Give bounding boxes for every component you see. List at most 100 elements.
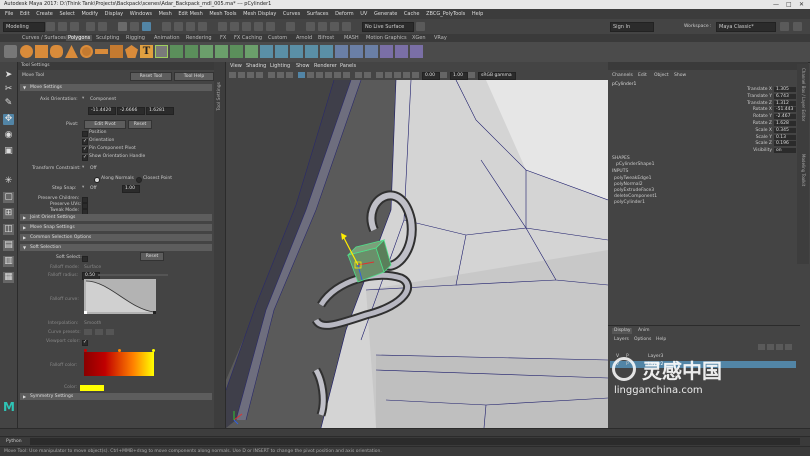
ramp-handle[interactable]	[152, 349, 155, 352]
smooth-icon[interactable]	[200, 45, 213, 58]
menu-edit-mesh[interactable]: Edit Mesh	[178, 11, 202, 17]
booleans-icon[interactable]	[215, 45, 228, 58]
viewport-color-checkbox[interactable]	[82, 339, 88, 346]
snap-surface-icon[interactable]	[254, 22, 263, 31]
input-node[interactable]: polyTweakEdge1	[614, 176, 652, 181]
render-frame-icon[interactable]	[318, 22, 327, 31]
depth-of-field-icon[interactable]	[403, 72, 410, 78]
shelf-tab-fx-caching[interactable]: FX Caching	[234, 35, 262, 41]
soft-selection-section[interactable]: ▼ Soft Selection	[20, 244, 212, 251]
modeling-toolkit-toggle-icon[interactable]	[780, 22, 789, 31]
poly-text-icon[interactable]: T	[140, 45, 153, 58]
hypershade-layout-icon[interactable]: ▦	[3, 272, 14, 283]
channel-attr-name[interactable]: Scale Z	[702, 141, 772, 146]
select-hierarchy-icon[interactable]	[118, 22, 127, 31]
channel-attr-value[interactable]: 1.628	[774, 121, 796, 126]
four-view-layout-icon[interactable]: ⊞	[3, 208, 14, 219]
separate-icon[interactable]	[185, 45, 198, 58]
channel-attr-name[interactable]: Rotate Y	[702, 114, 772, 119]
step-snap-amount-field[interactable]: 1.00	[122, 185, 140, 193]
xray-icon[interactable]	[355, 72, 362, 78]
use-all-lights-icon[interactable]	[334, 72, 341, 78]
channel-box-vertical-tab[interactable]: Channel Box / Layer Editor	[799, 68, 806, 121]
pin-component-pivot-checkbox[interactable]	[82, 146, 88, 153]
tool-help-button[interactable]: Tool Help	[174, 72, 214, 81]
platonic-solid-icon[interactable]	[125, 45, 138, 58]
film-gate-icon[interactable]	[277, 72, 284, 78]
soft-selection-reset-button[interactable]: Reset	[140, 252, 164, 261]
symmetry-icon[interactable]	[416, 22, 425, 31]
channel-attr-value[interactable]: -51.443	[774, 107, 796, 113]
wireframe-on-shaded-icon[interactable]	[298, 72, 305, 78]
shelf-tab-arnold[interactable]: Arnold	[296, 35, 312, 41]
smooth-shade-icon[interactable]	[307, 72, 314, 78]
menu-curves[interactable]: Curves	[283, 11, 300, 17]
viewport-menu-renderer[interactable]: Renderer	[314, 63, 337, 69]
channel-attr-name[interactable]: Translate Y	[702, 94, 772, 99]
mode-dropdown[interactable]: Modeling	[3, 22, 45, 32]
falloff-mode-dropdown[interactable]: Surface	[84, 265, 101, 270]
uv-editor-icon[interactable]	[380, 45, 393, 58]
workspace-dropdown[interactable]: Maya Classic*	[716, 22, 776, 32]
shelf-tab-fx[interactable]: FX	[220, 35, 226, 41]
shelf-tab-curves-surfaces[interactable]: Curves / Surfaces	[22, 35, 66, 41]
open-scene-icon[interactable]	[58, 22, 67, 31]
tool-settings-dock-tab[interactable]: Tool Settings	[214, 62, 226, 428]
snap-view-plane-icon[interactable]	[266, 22, 275, 31]
gamma-field[interactable]: 1.00	[450, 72, 468, 80]
closest-point-radio[interactable]	[136, 177, 142, 183]
isolate-select-icon[interactable]	[364, 72, 371, 78]
channel-attr-name[interactable]: Translate X	[702, 87, 772, 92]
exposure-field[interactable]: 0.00	[422, 72, 440, 80]
face-mask-icon[interactable]	[186, 22, 195, 31]
new-layer-icon[interactable]	[776, 344, 783, 350]
shelf-settings-icon[interactable]	[4, 45, 17, 58]
poly-disc-icon[interactable]	[110, 45, 123, 58]
bevel-icon[interactable]	[290, 45, 303, 58]
rotate-tool-icon[interactable]: ◉	[3, 130, 14, 141]
bookmarks-icon[interactable]	[247, 72, 254, 78]
channel-attr-value[interactable]: -2.467	[774, 114, 796, 120]
command-input[interactable]	[30, 438, 800, 445]
select-camera-icon[interactable]	[229, 72, 236, 78]
channel-attr-value[interactable]: on	[774, 148, 796, 154]
extract-icon[interactable]	[245, 45, 258, 58]
graph-editor-layout-icon[interactable]: ▥	[3, 256, 14, 267]
bridge-icon[interactable]	[275, 45, 288, 58]
channel-attr-name[interactable]: Scale Y	[702, 135, 772, 140]
preset-smooth-icon[interactable]	[95, 329, 103, 335]
edit-pivot-button[interactable]: Edit Pivot	[84, 120, 126, 129]
textured-icon[interactable]	[325, 72, 332, 78]
shelf-tab-polygons[interactable]: Polygons	[66, 35, 93, 41]
move-settings-section[interactable]: ▼ Move Settings	[20, 84, 212, 91]
menu-surfaces[interactable]: Surfaces	[307, 11, 329, 17]
menu-mesh[interactable]: Mesh	[159, 11, 172, 17]
reset-tool-button[interactable]: Reset Tool	[130, 72, 172, 81]
shelf-tab-sculpting[interactable]: Sculpting	[96, 35, 119, 41]
shelf-tab-animation[interactable]: Animation	[154, 35, 180, 41]
falloff-radius-slider[interactable]	[98, 274, 168, 276]
move-layer-up-icon[interactable]	[758, 344, 765, 350]
snap-curve-icon[interactable]	[230, 22, 239, 31]
poly-cone-icon[interactable]	[65, 45, 78, 58]
input-node[interactable]: deleteComponent1	[614, 194, 657, 199]
viewport-scene[interactable]	[226, 80, 608, 428]
menu-select[interactable]: Select	[59, 11, 74, 17]
menu-create[interactable]: Create	[36, 11, 53, 17]
channel-attr-name[interactable]: Rotate X	[702, 107, 772, 112]
viewport-menu-shading[interactable]: Shading	[246, 63, 266, 69]
redo-icon[interactable]	[98, 22, 107, 31]
select-component-icon[interactable]	[142, 22, 151, 31]
single-perspective-layout-icon[interactable]: ▢	[3, 192, 14, 203]
color-space-dropdown[interactable]: sRGB gamma	[478, 72, 516, 80]
poly-cylinder-icon[interactable]	[50, 45, 63, 58]
move-tool-icon[interactable]: ✥	[3, 114, 14, 125]
layer-menu-help[interactable]: Help	[656, 337, 666, 342]
ramp-handle[interactable]	[84, 349, 87, 352]
select-tool-icon[interactable]: ➤	[3, 70, 14, 81]
camera-attributes-icon[interactable]	[238, 72, 245, 78]
construction-history-icon[interactable]	[286, 22, 295, 31]
poly-cube-icon[interactable]	[35, 45, 48, 58]
poly-sphere-icon[interactable]	[20, 45, 33, 58]
shelf-tab-custom[interactable]: Custom	[268, 35, 287, 41]
